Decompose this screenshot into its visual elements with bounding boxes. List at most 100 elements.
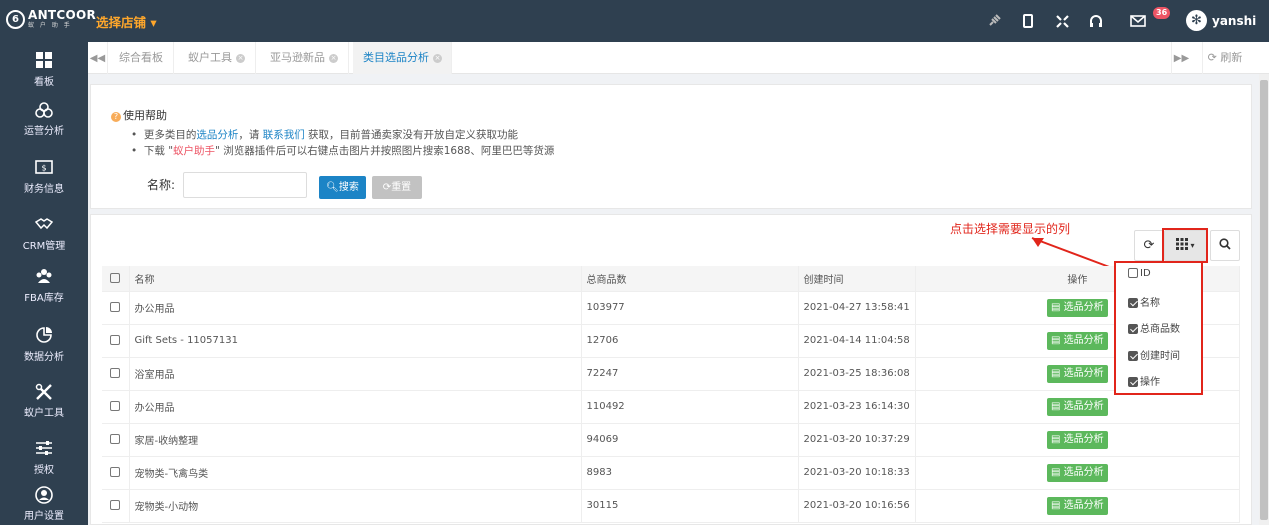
table-header-row: 名称 总商品数 创建时间 操作 <box>102 266 1241 292</box>
row-checkbox[interactable] <box>110 335 121 345</box>
row-count: 12706 <box>581 324 799 358</box>
search-button[interactable]: 🔍︎搜索 <box>319 176 366 199</box>
columns-button-highlight <box>1162 228 1208 263</box>
sidebar-item-label: 运营分析 <box>24 126 64 137</box>
sidebar-item-auth[interactable]: 授权 <box>0 440 88 476</box>
name-search-input[interactable] <box>183 172 307 198</box>
close-icon[interactable]: × <box>433 53 442 63</box>
analysis-button[interactable]: ▤ 选品分析 <box>1047 463 1108 482</box>
search-icon: 🔍︎ <box>326 182 339 193</box>
tools-icon <box>33 383 55 403</box>
name-label: 名称: <box>147 178 176 192</box>
tab-category-analysis[interactable]: 类目选品分析 × <box>353 42 452 74</box>
sidebar-item-finance[interactable]: $ 财务信息 <box>0 159 88 195</box>
row-created: 2021-04-27 13:58:41 <box>798 291 916 325</box>
reset-button[interactable]: ⟳重置 <box>372 176 422 199</box>
tab-tools[interactable]: 蚁户工具 × <box>178 42 256 74</box>
user-settings-icon <box>33 486 55 506</box>
column-header-name[interactable]: 名称 <box>129 266 582 292</box>
sidebar-item-data-analysis[interactable]: 数据分析 <box>0 327 88 363</box>
contact-us-link[interactable]: 联系我们 <box>263 129 305 141</box>
tab-amazon-new[interactable]: 亚马逊新品 × <box>260 42 349 74</box>
column-header-count[interactable]: 总商品数 <box>581 266 799 292</box>
column-checkbox[interactable] <box>1128 324 1138 334</box>
fullscreen-icon[interactable] <box>1053 12 1071 30</box>
mobile-icon[interactable] <box>1019 12 1037 30</box>
top-navbar: 6 ANTCOOR 蚁 户 助 手 选择店铺 ▾ 36 ✻ yanshi <box>0 0 1269 42</box>
analysis-link[interactable]: 选品分析 <box>196 129 238 141</box>
column-option-id[interactable]: ID <box>1128 268 1151 279</box>
username[interactable]: yanshi <box>1212 14 1256 28</box>
plugin-icon[interactable] <box>985 12 1003 30</box>
tabs-scroll-left-icon[interactable]: ◀◀ <box>88 42 108 74</box>
search-panel: ? 使用帮助 • 更多类目的选品分析，请 联系我们 获取，目前普通卖家没有开放自定… <box>90 84 1252 209</box>
table-row: Gift Sets - 11057131 12706 2021-04-14 11… <box>102 324 1241 358</box>
help-line: • 下载 "蚁户助手" 浏览器插件后可以右键点击图片并按照图片搜索1688、阿里… <box>131 145 555 157</box>
scrollbar-thumb[interactable] <box>1260 80 1268 520</box>
table-search-button[interactable] <box>1210 230 1240 261</box>
tab-overview[interactable]: 综合看板 <box>109 42 174 74</box>
logo-text: ANTCOOR <box>28 8 97 22</box>
mail-icon[interactable] <box>1129 12 1147 30</box>
data-analysis-icon <box>33 327 55 347</box>
help-icon: ? <box>111 112 121 122</box>
row-name: 办公用品 <box>129 291 582 325</box>
headset-icon[interactable] <box>1087 12 1105 30</box>
sidebar-item-crm[interactable]: CRM管理 <box>0 216 88 252</box>
select-all-checkbox[interactable] <box>110 272 121 283</box>
column-option-name[interactable]: 名称 <box>1128 294 1160 309</box>
analysis-button[interactable]: ▤ 选品分析 <box>1047 496 1108 515</box>
help-line: • 更多类目的选品分析，请 联系我们 获取，目前普通卖家没有开放自定义获取功能 <box>131 129 519 141</box>
sidebar-item-operations[interactable]: 运营分析 <box>0 101 88 137</box>
sidebar-item-tools[interactable]: 蚁户工具 <box>0 383 88 419</box>
close-icon[interactable]: × <box>329 53 338 63</box>
row-checkbox[interactable] <box>110 368 121 378</box>
analysis-button[interactable]: ▤ 选品分析 <box>1047 298 1108 317</box>
sidebar-item-label: 看板 <box>34 77 54 88</box>
refresh-button[interactable]: ⟳ 刷新 <box>1202 42 1247 74</box>
help-title: ? 使用帮助 <box>111 107 167 123</box>
close-icon[interactable]: × <box>236 53 245 63</box>
sidebar-item-fba[interactable]: FBA库存 <box>0 268 88 304</box>
row-checkbox[interactable] <box>110 434 121 444</box>
sidebar-item-label: FBA库存 <box>24 293 64 304</box>
column-checkbox[interactable] <box>1128 298 1138 308</box>
table-refresh-button[interactable]: ⟳ <box>1134 230 1164 261</box>
column-option-actions[interactable]: 操作 <box>1128 373 1160 388</box>
table-row: 办公用品 110492 2021-03-23 16:14:30 ▤ 选品分析 <box>102 390 1241 424</box>
column-checkbox[interactable] <box>1128 351 1138 361</box>
row-created: 2021-03-25 18:36:08 <box>798 357 916 391</box>
app-logo[interactable]: 6 ANTCOOR 蚁 户 助 手 <box>6 9 96 29</box>
row-count: 103977 <box>581 291 799 325</box>
refresh-icon: ⟳ <box>1207 51 1217 64</box>
column-option-count[interactable]: 总商品数 <box>1128 320 1180 335</box>
store-selector[interactable]: 选择店铺 ▾ <box>96 12 157 31</box>
select-all-cell <box>102 266 130 292</box>
analysis-button[interactable]: ▤ 选品分析 <box>1047 364 1108 383</box>
analysis-button[interactable]: ▤ 选品分析 <box>1047 397 1108 416</box>
tabs-scroll-right-icon[interactable]: ▶▶ <box>1171 42 1191 74</box>
sidebar-item-label: 蚁户工具 <box>24 408 64 419</box>
column-header-created[interactable]: 创建时间 <box>798 266 916 292</box>
column-option-created[interactable]: 创建时间 <box>1128 347 1180 362</box>
page-scrollbar[interactable] <box>1259 74 1269 525</box>
row-checkbox[interactable] <box>110 302 121 312</box>
row-checkbox[interactable] <box>110 500 121 510</box>
sidebar-item-label: 数据分析 <box>24 352 64 363</box>
row-checkbox[interactable] <box>110 467 121 477</box>
row-name: 宠物类-小动物 <box>129 489 582 523</box>
auth-icon <box>33 440 55 460</box>
table-row: 家居-收纳整理 94069 2021-03-20 10:37:29 ▤ 选品分析 <box>102 423 1241 457</box>
sidebar: 看板 运营分析 $ 财务信息 CRM管理 FBA库存 数据分析 蚁户工具 授权 … <box>0 42 88 525</box>
operations-icon <box>33 101 55 121</box>
analysis-button[interactable]: ▤ 选品分析 <box>1047 430 1108 449</box>
table-row: 宠物类-飞禽鸟类 8983 2021-03-20 10:18:33 ▤ 选品分析 <box>102 456 1241 490</box>
column-checkbox[interactable] <box>1128 377 1138 387</box>
plugin-link[interactable]: 蚁户助手 <box>173 145 215 157</box>
row-checkbox[interactable] <box>110 401 121 411</box>
avatar[interactable]: ✻ <box>1186 10 1207 31</box>
analysis-button[interactable]: ▤ 选品分析 <box>1047 331 1108 350</box>
sidebar-item-user-settings[interactable]: 用户设置 <box>0 486 88 522</box>
column-checkbox[interactable] <box>1128 268 1138 278</box>
sidebar-item-dashboard[interactable]: 看板 <box>0 52 88 88</box>
